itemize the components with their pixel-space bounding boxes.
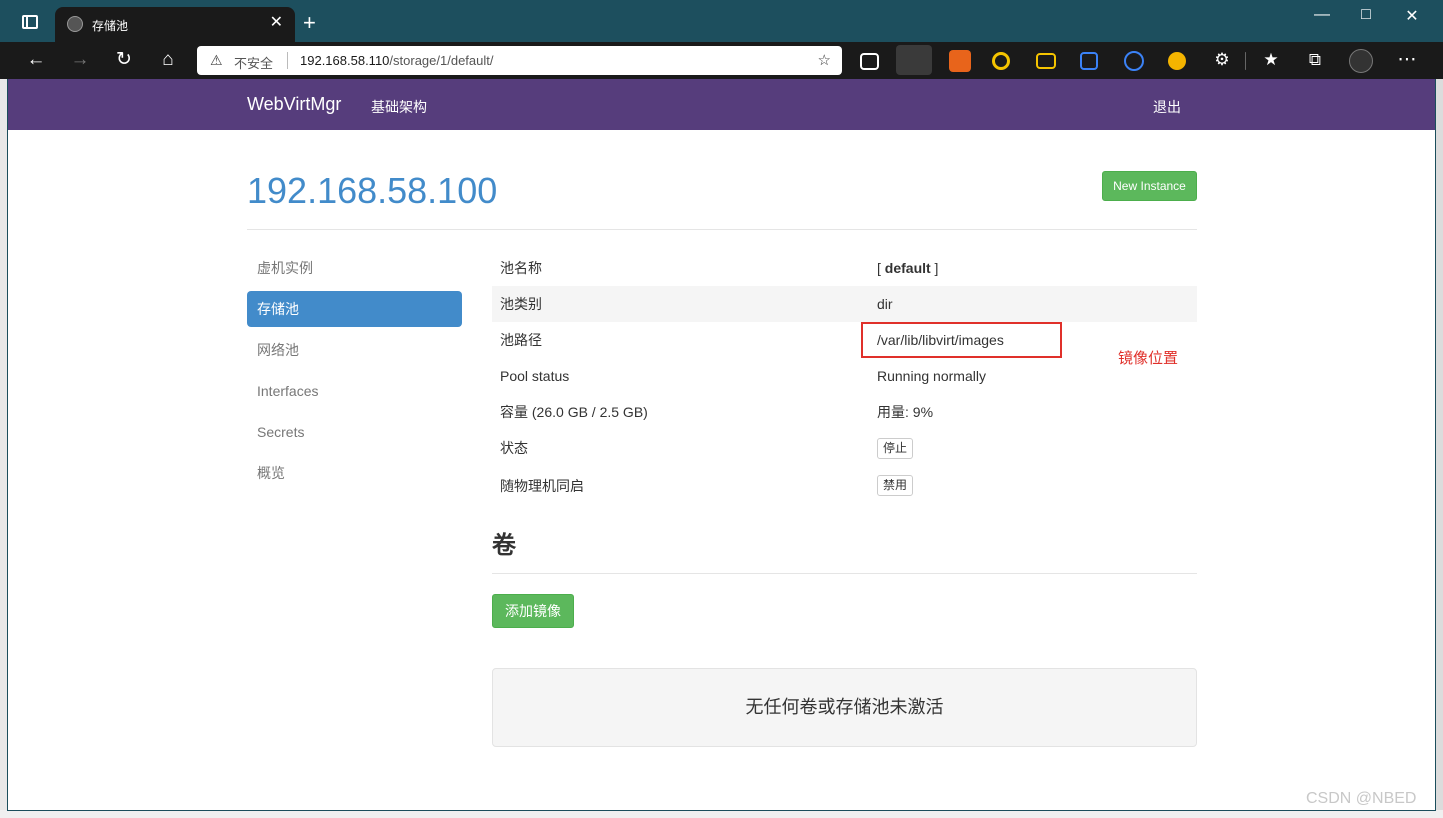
extension-tree-icon[interactable] — [896, 45, 932, 75]
profile-avatar[interactable] — [1349, 49, 1373, 73]
new-tab-icon[interactable]: + — [303, 11, 316, 35]
browser-window: 存储池 ✕ + — □ ✕ ← → ↻ ⌂ ⚠ 不安全 192.168.58.1… — [0, 0, 1443, 810]
browser-toolbar: ← → ↻ ⌂ ⚠ 不安全 192.168.58.110/storage/1/d… — [0, 42, 1443, 79]
url-text: 192.168.58.110/storage/1/default/ — [300, 53, 493, 68]
insecure-label: 不安全 — [234, 56, 274, 71]
sidebar-item-interfaces[interactable]: Interfaces — [247, 373, 462, 409]
extension-shield-icon[interactable] — [1168, 52, 1186, 70]
forward-icon[interactable]: → — [68, 50, 92, 70]
tab-actions-icon[interactable] — [22, 15, 38, 29]
address-bar[interactable]: ⚠ 不安全 192.168.58.110/storage/1/default/ … — [197, 46, 842, 75]
collections-icon[interactable]: ⧉ — [1303, 50, 1327, 70]
page-title: 192.168.58.100 — [247, 170, 498, 211]
state-cell: 停止 — [869, 430, 1197, 466]
annotation-label: 镜像位置 — [1118, 350, 1179, 367]
favorites-icon[interactable]: ★ — [1259, 50, 1283, 70]
pool-info-table: 池名称 [ default ] 池类别 dir 池路径 /var/lib/lib… — [492, 250, 1197, 505]
watermark: CSDN @NBED — [1306, 790, 1417, 807]
browser-tab[interactable]: 存储池 ✕ — [55, 7, 295, 42]
add-image-button[interactable]: 添加镜像 — [492, 594, 574, 628]
desktop-background — [0, 0, 8, 818]
extension-a-icon[interactable] — [1124, 51, 1144, 71]
new-instance-button[interactable]: New Instance — [1102, 171, 1197, 201]
volumes-title: 卷 — [492, 532, 516, 559]
extension-crop-icon[interactable] — [1080, 52, 1098, 70]
bracket-close: ] — [930, 260, 939, 276]
row-label: 池类别 — [492, 286, 869, 322]
extension-terminal-icon[interactable] — [1036, 53, 1056, 69]
extension-circle-icon[interactable] — [992, 52, 1010, 70]
sidebar: 虚机实例 存储池 网络池 Interfaces Secrets 概览 — [247, 250, 462, 496]
address-separator — [287, 52, 288, 69]
add-favorite-icon[interactable]: ☆ — [818, 51, 831, 69]
sidebar-item-instances[interactable]: 虚机实例 — [247, 250, 462, 286]
toolbar-divider — [1245, 52, 1246, 70]
back-icon[interactable]: ← — [24, 50, 48, 70]
sidebar-item-overview[interactable]: 概览 — [247, 455, 462, 491]
url-path: /storage/1/default/ — [389, 53, 494, 68]
nav-infrastructure[interactable]: 基础架构 — [371, 97, 427, 117]
brand-link[interactable]: WebVirtMgr — [247, 94, 341, 115]
refresh-icon[interactable]: ↻ — [112, 50, 136, 70]
home-icon[interactable]: ⌂ — [156, 50, 180, 70]
close-window-icon[interactable]: ✕ — [1389, 6, 1435, 26]
url-host: 192.168.58.110 — [300, 53, 390, 68]
warning-icon: ⚠ — [210, 52, 223, 68]
minimize-icon[interactable]: — — [1299, 6, 1345, 24]
pool-type-value: dir — [869, 286, 1197, 322]
browser-titlebar: 存储池 ✕ + — □ ✕ — [0, 0, 1443, 42]
table-row: 池路径 /var/lib/libvirt/images — [492, 322, 1197, 358]
table-row: 状态 停止 — [492, 430, 1197, 466]
bracket-open: [ — [877, 260, 885, 276]
disable-autostart-button[interactable]: 禁用 — [877, 475, 914, 496]
nav-logout[interactable]: 退出 — [1153, 97, 1181, 117]
pool-name-value: [ default ] — [869, 250, 1197, 286]
table-row: 池名称 [ default ] — [492, 250, 1197, 286]
row-label: 池路径 — [500, 332, 542, 348]
sidebar-item-secrets[interactable]: Secrets — [247, 414, 462, 450]
extension-game-icon[interactable] — [860, 53, 879, 70]
row-label: 容量 (26.0 GB / 2.5 GB) — [500, 404, 648, 420]
maximize-icon[interactable]: □ — [1343, 6, 1389, 24]
table-row: 池类别 dir — [492, 286, 1197, 322]
sidebar-item-networks[interactable]: 网络池 — [247, 332, 462, 368]
divider — [247, 229, 1197, 230]
desktop-background-bottom — [0, 810, 1443, 818]
empty-volumes-message: 无任何卷或存储池未激活 — [492, 668, 1197, 747]
top-navbar: WebVirtMgr 基础架构 退出 — [8, 79, 1435, 130]
row-label: 池名称 — [500, 260, 542, 276]
row-label: 状态 — [500, 440, 528, 456]
row-label: 随物理机同启 — [500, 477, 584, 494]
tab-title: 存储池 — [92, 19, 129, 33]
divider — [492, 573, 1197, 574]
table-row: 随物理机同启 禁用 — [492, 466, 1197, 505]
autostart-cell: 禁用 — [869, 466, 1197, 505]
row-label: Pool status — [500, 368, 570, 384]
extension-orange-icon[interactable] — [949, 50, 971, 72]
tab-close-icon[interactable]: ✕ — [270, 14, 283, 32]
pool-usage-value: 用量: 9% — [877, 404, 934, 420]
tab-favicon-icon — [67, 16, 83, 32]
stop-button[interactable]: 停止 — [877, 437, 914, 459]
sidebar-item-storage[interactable]: 存储池 — [247, 291, 462, 327]
more-menu-icon[interactable]: ⋯ — [1395, 50, 1419, 70]
table-row: Pool status Running normally — [492, 358, 1197, 394]
extensions-puzzle-icon[interactable]: ⚙ — [1210, 50, 1234, 70]
highlight-box — [861, 322, 1062, 358]
table-row: 容量 (26.0 GB / 2.5 GB) 用量: 9% — [492, 394, 1197, 430]
pool-name: default — [884, 260, 931, 276]
